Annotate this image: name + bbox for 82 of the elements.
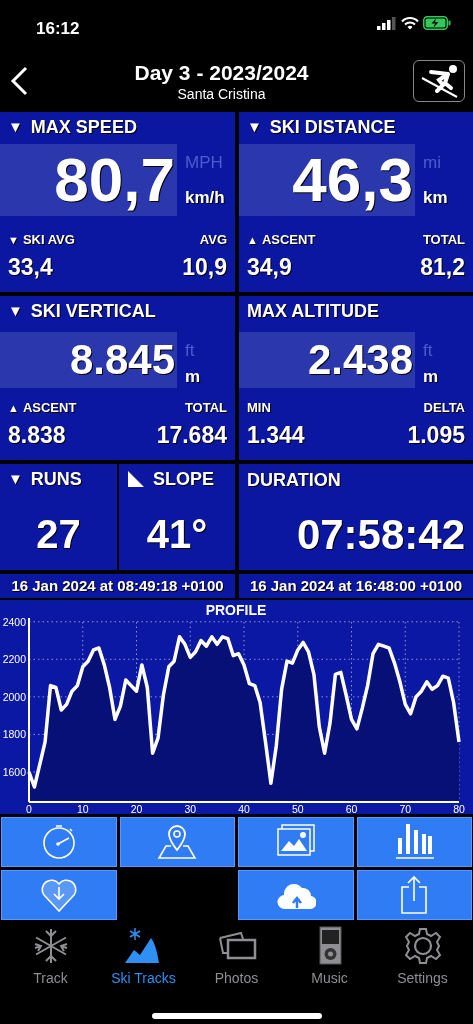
axis-label: 80 (453, 803, 465, 814)
stat-label: TOTAL (422, 231, 465, 249)
stat-label: AVG (199, 231, 227, 249)
axis-label: 1600 (2, 765, 26, 778)
dropdown-caret[interactable]: ▼ (247, 115, 262, 139)
dropdown-caret[interactable]: ▼ (8, 231, 19, 248)
dropdown-caret[interactable]: ▲ (8, 399, 19, 416)
unit-toggle[interactable]: m (185, 363, 229, 389)
stat-value: 17.684 (156, 420, 227, 450)
stat-label: MIN (247, 399, 271, 417)
axis-label: 50 (291, 803, 304, 814)
panel-title: SKI DISTANCE (269, 115, 396, 139)
timestamp: 16 Jan 2024 at 08:49:18 +0100 (0, 574, 235, 598)
share-button[interactable] (356, 870, 472, 920)
dropdown-caret[interactable]: ▼ (8, 115, 23, 139)
panel-title: MAX ALTITUDE (247, 299, 379, 323)
wifi-icon (401, 16, 419, 30)
panel-title: DURATION (247, 470, 341, 490)
unit-toggle[interactable]: m (423, 363, 467, 389)
images-button[interactable] (238, 817, 354, 867)
stat-label: SKI AVG (22, 231, 75, 249)
battery-icon (423, 16, 451, 30)
stat-value: 10,9 (182, 252, 227, 282)
axis-label: 30 (184, 803, 197, 814)
stat-value: 81,2 (420, 252, 465, 282)
stopwatch-button[interactable] (1, 817, 117, 867)
tab-bar-item[interactable]: Photos (191, 926, 282, 989)
chart-title: PROFILE (205, 602, 267, 618)
screen-subtitle: Santa Cristina (176, 86, 267, 102)
dropdown-caret[interactable]: ▼ (8, 467, 23, 491)
axis-label: 20 (130, 803, 143, 814)
panel-title: RUNS (30, 467, 82, 491)
stat-label: DELTA (423, 399, 465, 417)
stat-value: 07:58:42 (296, 509, 465, 560)
signal-icon (377, 16, 397, 30)
map-pin-button[interactable] (119, 817, 235, 867)
stat-value: 2.438 (307, 339, 413, 381)
slope-icon (127, 470, 145, 488)
axis-label: 2000 (2, 690, 26, 703)
dropdown-caret[interactable]: ▼ (8, 299, 23, 323)
unit-toggle[interactable]: km/h (185, 184, 229, 210)
timestamp: 16 Jan 2024 at 16:48:00 +0100 (239, 574, 473, 598)
unit-toggle[interactable]: km (423, 184, 467, 210)
stat-value: 46,3 (292, 149, 413, 211)
axis-label: 60 (345, 803, 358, 814)
back-button[interactable] (8, 66, 30, 96)
stat-value: 1.095 (407, 420, 465, 450)
stat-value: 8.845 (69, 339, 175, 381)
bar-chart-button[interactable] (356, 817, 472, 867)
settings-icon (402, 926, 443, 966)
stat-label: ASCENT (22, 399, 77, 417)
panel-title: MAX SPEED (30, 115, 137, 139)
stat-value: 1.344 (247, 420, 305, 450)
tab-bar-item[interactable]: Track (5, 926, 96, 989)
stat-value: 34,9 (247, 252, 293, 282)
axis-label: 1800 (2, 728, 26, 741)
axis-label: 70 (399, 803, 412, 814)
tab-bar-item[interactable]: Music (284, 926, 375, 989)
stat-value: 8.838 (8, 420, 67, 450)
screen-title: Day 3 - 2023/2024 (134, 60, 309, 86)
back-icon (8, 66, 30, 96)
axis-label: 2400 (2, 615, 26, 628)
axis-label: 40 (238, 803, 250, 814)
axis-label: 2200 (2, 653, 26, 666)
stat-label: TOTAL (184, 399, 227, 417)
map-pin-icon (157, 822, 198, 862)
stat-value: 80,7 (54, 149, 175, 211)
axis-label: 0 (26, 803, 32, 814)
cloud-upload-button[interactable] (238, 870, 354, 920)
stat-label: ASCENT (261, 231, 316, 249)
panel-title: SLOPE (153, 467, 214, 491)
stat-value: 33,4 (8, 252, 54, 282)
bar-chart-icon (394, 822, 435, 862)
tab-bar-item[interactable]: Ski Tracks (98, 926, 189, 989)
axis-label: 10 (76, 803, 89, 814)
stat-value: 41° (146, 511, 208, 558)
clock-time: 16:12 (36, 18, 80, 40)
stat-value: 27 (36, 511, 81, 558)
heart-button[interactable] (1, 870, 117, 920)
tab-bar-item[interactable]: Settings (377, 926, 468, 989)
panel-title: SKI VERTICAL (30, 299, 156, 323)
dropdown-caret[interactable]: ▲ (247, 231, 258, 248)
